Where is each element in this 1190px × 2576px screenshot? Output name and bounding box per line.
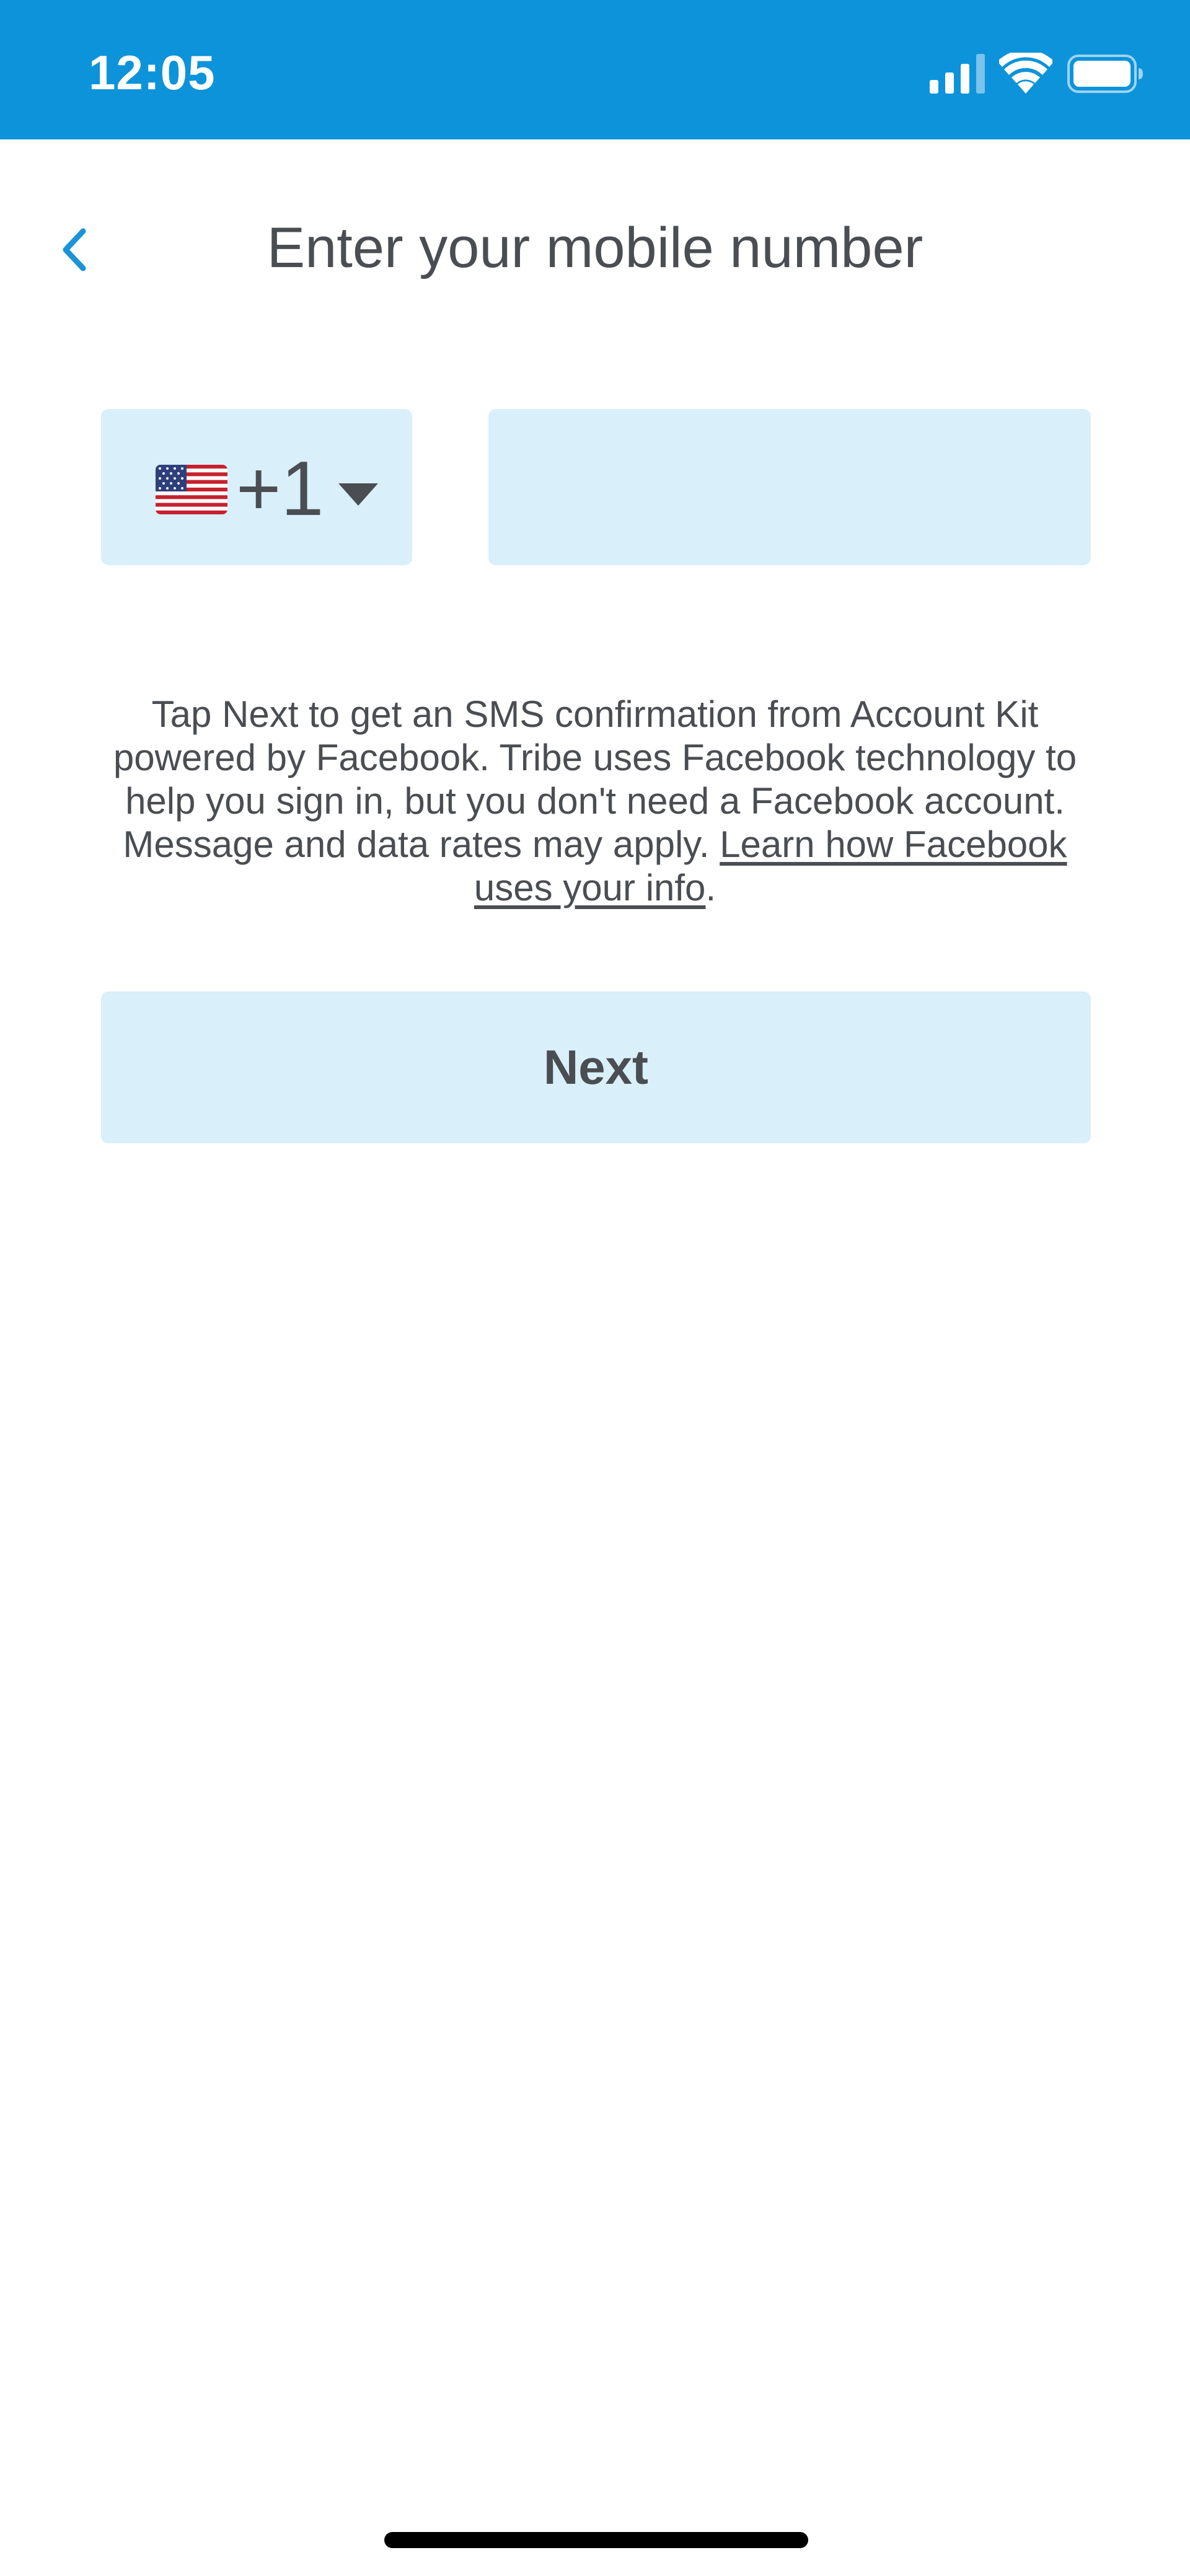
wifi-icon bbox=[999, 53, 1052, 94]
home-indicator bbox=[384, 2532, 808, 2548]
country-code-selector[interactable]: +1 bbox=[101, 409, 412, 565]
page-title: Enter your mobile number bbox=[267, 216, 923, 279]
battery-icon bbox=[1067, 55, 1143, 93]
sms-disclaimer: Tap Next to get an SMS confirmation from… bbox=[112, 693, 1078, 910]
status-bar: 12:05 bbox=[0, 0, 1190, 139]
chevron-left-icon bbox=[63, 228, 86, 271]
caret-down-icon bbox=[338, 483, 378, 506]
disclaimer-suffix: . bbox=[705, 867, 716, 908]
phone-number-input[interactable] bbox=[488, 409, 1091, 565]
back-button[interactable] bbox=[50, 214, 99, 282]
status-time: 12:05 bbox=[89, 45, 216, 100]
signal-icon bbox=[930, 54, 985, 94]
us-flag-icon bbox=[156, 465, 227, 514]
next-button[interactable]: Next bbox=[101, 991, 1091, 1143]
country-code: +1 bbox=[236, 446, 324, 532]
